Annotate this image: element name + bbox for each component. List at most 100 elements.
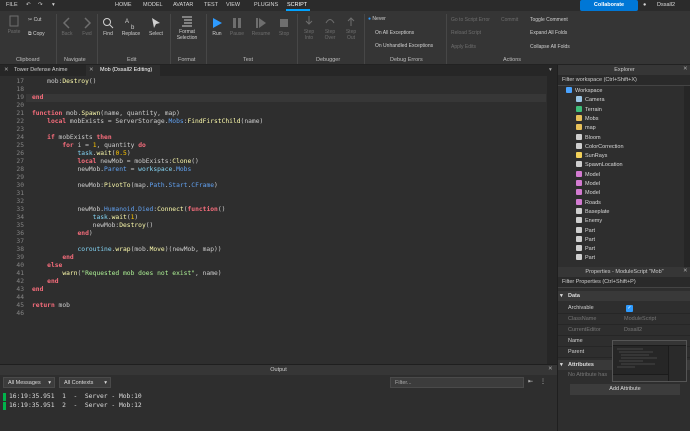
explorer-scrollbar[interactable] bbox=[684, 86, 690, 267]
code-line[interactable]: newMob:Destroy() bbox=[32, 222, 154, 229]
explorer-item[interactable]: Part bbox=[576, 235, 595, 245]
pause-button[interactable]: Pause bbox=[228, 17, 246, 37]
menu-file[interactable]: FILE bbox=[6, 2, 18, 8]
menu-more-icon[interactable]: ▾ bbox=[52, 2, 55, 8]
explorer-item[interactable]: Model bbox=[576, 180, 600, 189]
tab-mob-script[interactable]: Mob (Dssall2 Editing) bbox=[86, 65, 160, 76]
code-line[interactable]: end bbox=[32, 254, 73, 261]
run-button[interactable]: Run bbox=[209, 17, 225, 37]
code-line[interactable]: return mob bbox=[32, 302, 70, 309]
explorer-item[interactable]: Camera bbox=[576, 96, 605, 105]
explorer-item[interactable]: ColorCorrection bbox=[576, 142, 624, 152]
debug-unhandled-exceptions-radio[interactable]: On Unhandled Exceptions bbox=[375, 43, 433, 49]
expand-all-folds-button[interactable]: Expand All Folds bbox=[530, 30, 567, 36]
user-avatar-icon[interactable]: ● bbox=[643, 2, 646, 8]
explorer-item[interactable]: map bbox=[576, 124, 596, 133]
copy-button[interactable]: ⧉ Copy bbox=[28, 31, 45, 37]
explorer-item[interactable]: Mobs bbox=[576, 114, 598, 124]
code-line[interactable]: end bbox=[32, 278, 58, 285]
explorer-item[interactable]: Baseplate bbox=[576, 207, 609, 217]
code-line[interactable]: for i = 1, quantity do bbox=[32, 142, 145, 149]
code-line[interactable]: else bbox=[32, 262, 62, 269]
code-line[interactable]: end bbox=[32, 286, 43, 293]
code-line[interactable]: if mobExists then bbox=[32, 134, 111, 141]
apply-edits-button[interactable]: Apply Edits bbox=[451, 44, 476, 50]
screenshot-thumbnail[interactable] bbox=[612, 340, 687, 382]
code-line[interactable]: end) bbox=[32, 230, 93, 237]
code-line[interactable]: function mob.Spawn(name, quantity, map) bbox=[32, 110, 180, 117]
explorer-item[interactable]: Model bbox=[576, 189, 600, 198]
goto-script-error-button[interactable]: Go to Script Error bbox=[451, 17, 490, 23]
code-line[interactable]: local mobExists = ServerStorage.Mobs:Fin… bbox=[32, 118, 263, 125]
collapse-all-folds-button[interactable]: Collapse All Folds bbox=[530, 44, 570, 50]
add-attribute-button[interactable]: Add Attribute bbox=[570, 384, 680, 395]
code-line[interactable]: task.wait(0.5) bbox=[32, 150, 131, 157]
step-into-button[interactable]: Step Into bbox=[300, 15, 318, 41]
code-line[interactable]: coroutine.wrap(mob.Move)(newMob, map)) bbox=[32, 246, 222, 253]
back-button[interactable]: Back bbox=[60, 17, 74, 37]
close-icon[interactable]: ✕ bbox=[89, 67, 94, 73]
stop-button[interactable]: Stop bbox=[276, 17, 292, 37]
menu-test[interactable]: TEST bbox=[204, 2, 218, 8]
redo-icon[interactable]: ↷ bbox=[38, 2, 43, 8]
code-line[interactable]: task.wait(1) bbox=[32, 214, 139, 221]
menu-view-icon[interactable]: VIEW bbox=[226, 2, 240, 8]
output-search-input[interactable]: Filter... bbox=[390, 377, 524, 388]
explorer-item[interactable]: Roads bbox=[576, 198, 601, 208]
replace-button[interactable]: Ab Replace bbox=[119, 17, 143, 37]
properties-filter-input[interactable]: Filter Properties (Ctrl+Shift+P) bbox=[558, 277, 690, 288]
find-button[interactable]: Find bbox=[100, 17, 116, 37]
debug-all-exceptions-radio[interactable]: On All Exceptions bbox=[375, 30, 414, 36]
resume-button[interactable]: Resume bbox=[250, 17, 272, 37]
code-line[interactable]: warn("Requested mob does not exist", nam… bbox=[32, 270, 221, 277]
menu-plugins[interactable]: PLUGINS bbox=[254, 2, 278, 8]
close-icon[interactable]: ✕ bbox=[683, 268, 688, 274]
user-name[interactable]: Dssall2 bbox=[657, 2, 675, 8]
code-line[interactable]: newMob.Humanoid.Died:Connect(function() bbox=[32, 206, 225, 213]
step-out-button[interactable]: Step Out bbox=[342, 15, 360, 41]
property-archivable[interactable]: Archivable ✓ bbox=[558, 303, 690, 314]
clear-output-icon[interactable]: ⇤ bbox=[528, 378, 533, 385]
close-icon[interactable]: ✕ bbox=[683, 66, 688, 72]
close-icon[interactable]: ✕ bbox=[548, 366, 553, 372]
toggle-comment-button[interactable]: Toggle Comment bbox=[530, 17, 568, 23]
undo-icon[interactable]: ↶ bbox=[26, 2, 31, 8]
explorer-item[interactable]: Enemy bbox=[576, 217, 602, 226]
explorer-item[interactable]: Bloom bbox=[576, 133, 601, 143]
close-icon[interactable]: ✕ bbox=[4, 67, 9, 73]
explorer-item[interactable]: Part bbox=[576, 254, 595, 263]
code-line[interactable]: end bbox=[32, 94, 43, 101]
script-editor[interactable]: mob:Destroy() end function mob.Spawn(nam… bbox=[0, 76, 557, 364]
reload-script-button[interactable]: Reload Script bbox=[451, 30, 481, 36]
contexts-filter-dropdown[interactable]: All Contexts ▾ bbox=[59, 377, 111, 388]
explorer-item[interactable]: SpawnLocation bbox=[576, 161, 623, 170]
data-section-header[interactable]: ▾ Data bbox=[558, 291, 690, 301]
menu-avatar[interactable]: AVATAR bbox=[173, 2, 193, 8]
menu-model[interactable]: MODEL bbox=[143, 2, 163, 8]
explorer-item[interactable]: Part bbox=[576, 245, 595, 254]
output-settings-icon[interactable]: ⋮ bbox=[540, 378, 546, 385]
format-selection-button[interactable]: Format Selection bbox=[172, 15, 202, 41]
menu-home[interactable]: HOME bbox=[115, 2, 132, 8]
tab-tower-defense[interactable]: Tower Defense Anime bbox=[0, 65, 86, 76]
code-line[interactable]: newMob:PivotTo(map.Path.Start.CFrame) bbox=[32, 182, 217, 189]
step-over-button[interactable]: Step Over bbox=[321, 15, 339, 41]
explorer-item[interactable]: Model bbox=[576, 170, 600, 180]
code-line[interactable]: newMob.Parent = workspace.Mobs bbox=[32, 166, 191, 173]
cut-button[interactable]: ✂ Cut bbox=[28, 17, 41, 23]
select-button[interactable]: Select bbox=[146, 17, 166, 37]
collaborate-button[interactable]: Collaborate bbox=[580, 0, 638, 11]
commit-button[interactable]: Commit bbox=[501, 17, 518, 23]
explorer-filter-input[interactable]: Filter workspace (Ctrl+Shift+X) bbox=[558, 75, 690, 86]
explorer-item[interactable]: SunRays bbox=[576, 152, 607, 161]
code-line[interactable]: local newMob = mobExists:Clone() bbox=[32, 158, 199, 165]
explorer-item[interactable]: Terrain bbox=[576, 105, 602, 115]
tab-menu-icon[interactable]: ▾ bbox=[549, 67, 552, 73]
checkbox-checked-icon[interactable]: ✓ bbox=[626, 305, 633, 312]
messages-filter-dropdown[interactable]: All Messages ▾ bbox=[3, 377, 55, 388]
forward-button[interactable]: Fwd bbox=[80, 17, 94, 37]
editor-scrollbar[interactable] bbox=[547, 76, 557, 364]
explorer-item[interactable]: Part bbox=[576, 226, 595, 236]
menu-script[interactable]: SCRIPT bbox=[287, 2, 307, 8]
explorer-item[interactable]: Workspace bbox=[566, 87, 602, 96]
